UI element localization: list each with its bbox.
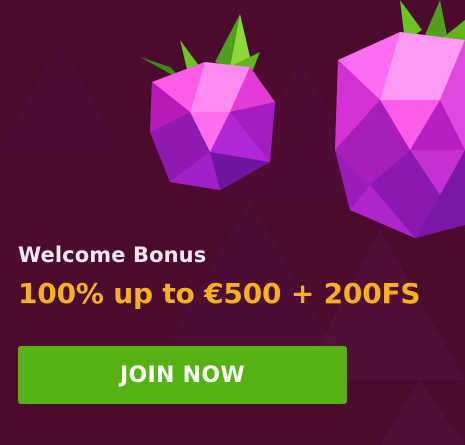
bonus-content: Welcome Bonus 100% up to €500 + 200FS JO…	[18, 240, 448, 404]
bonus-offer-headline: 100% up to €500 + 200FS	[18, 277, 421, 310]
welcome-bonus-banner[interactable]: Welcome Bonus 100% up to €500 + 200FS JO…	[0, 0, 465, 445]
join-now-button[interactable]: JOIN NOW	[18, 346, 347, 404]
raspberry-gem-large-icon	[335, 0, 465, 238]
raspberry-gem-small-icon	[140, 14, 275, 190]
welcome-bonus-label: Welcome Bonus	[18, 243, 207, 267]
